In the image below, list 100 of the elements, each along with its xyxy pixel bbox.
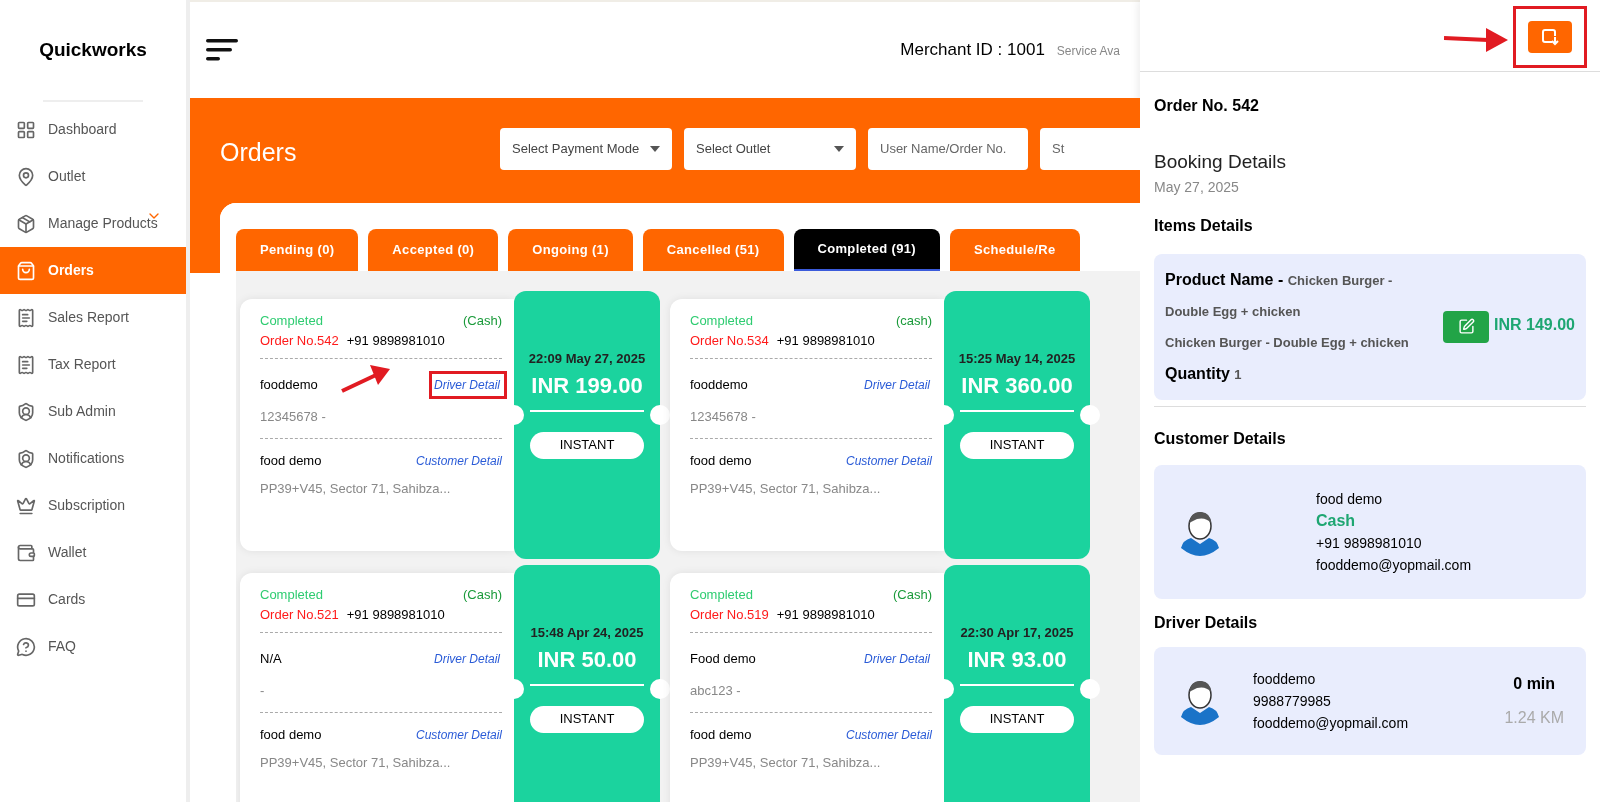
- nav-item[interactable]: Subscription: [0, 482, 186, 529]
- driver-email: fooddemo@yopmail.com: [1253, 713, 1409, 733]
- driver-eta: 0 min: [1513, 673, 1556, 694]
- items-details-title: Items Details: [1154, 215, 1254, 236]
- wallet-icon: [16, 542, 36, 563]
- box-icon: [16, 213, 36, 234]
- driver-detail-link[interactable]: Driver Detail: [864, 378, 932, 392]
- customer-name: food demo: [260, 452, 322, 470]
- phone-number: +91 9898981010: [346, 605, 445, 624]
- service-status: Service Ava: [1056, 43, 1120, 61]
- order-number: Order No.534: [690, 331, 769, 350]
- export-button[interactable]: [1528, 20, 1572, 53]
- nav-item[interactable]: Tax Report: [0, 341, 186, 388]
- menu-icon[interactable]: [206, 38, 238, 62]
- pin-icon: [16, 166, 36, 187]
- nav-item[interactable]: Sub Admin: [0, 388, 186, 435]
- order-status: Completed: [260, 312, 323, 330]
- bag-icon: [16, 260, 36, 281]
- booking-details-title: Booking Details: [1154, 150, 1288, 174]
- product-variant: Chicken Burger - Double Egg + chicken: [1165, 333, 1410, 352]
- driver-name: fooddemo: [260, 376, 318, 394]
- nav-item[interactable]: Notifications: [0, 435, 186, 482]
- order-number: Order No.521: [260, 605, 339, 624]
- driver-name: fooddemo: [1253, 669, 1317, 689]
- order-datetime: 22:09 May 27, 2025: [528, 350, 646, 368]
- nav-item[interactable]: FAQ: [0, 623, 186, 670]
- driver-name: Food demo: [690, 650, 756, 668]
- nav-item[interactable]: Wallet: [0, 529, 186, 576]
- customer-name: food demo: [1316, 489, 1384, 509]
- select-field[interactable]: Select Payment Mode: [500, 128, 672, 170]
- page-title: Orders: [220, 137, 297, 168]
- customer-name: food demo: [690, 726, 752, 744]
- ticket-notch: [650, 405, 670, 425]
- shield-user-icon: [16, 448, 36, 469]
- customer-address: PP39+V45, Sector 71, Sahibza...: [690, 479, 882, 498]
- shield-user-icon: [16, 401, 36, 422]
- driver-detail-link[interactable]: Driver Detail: [434, 378, 502, 392]
- dropdown-caret-icon: [650, 146, 660, 152]
- payment-mode: (Cash): [463, 312, 502, 330]
- select-field[interactable]: Select Outlet: [684, 128, 856, 170]
- order-card[interactable]: Completed (cash) Order No.534 +91 9898981010 fooddemo Driver Detail 12345678 - food demo Customer Detail PP39+V45, Sector 71, Sahibza...: [670, 299, 944, 551]
- driver-info: -: [260, 680, 502, 713]
- input-field[interactable]: St: [1040, 128, 1140, 170]
- dropdown-caret-icon: [834, 146, 844, 152]
- payment-mode: (Cash): [893, 586, 932, 604]
- customer-email: fooddemo@yopmail.com: [1316, 555, 1472, 575]
- merchant-id: Merchant ID : 1001: [900, 39, 1045, 62]
- driver-distance: 1.24 KM: [1504, 707, 1564, 728]
- ticket-notch: [650, 679, 670, 699]
- order-datetime: 15:25 May 14, 2025: [958, 350, 1076, 368]
- refresh-download-icon: [1541, 27, 1559, 46]
- item-price: INR 149.00: [1494, 314, 1575, 335]
- order-card[interactable]: Completed (Cash) Order No.519 +91 9898981010 Food demo Driver Detail abc123 - food demo Customer Detail PP39+V45, Sector 71, Sahibza...: [670, 573, 944, 802]
- nav-item[interactable]: Outlet: [0, 153, 186, 200]
- nav-item[interactable]: Sales Report: [0, 294, 186, 341]
- order-type-badge: INSTANT: [960, 431, 1074, 459]
- nav-item[interactable]: Cards: [0, 576, 186, 623]
- order-number-title: Order No. 542: [1154, 96, 1260, 116]
- customer-name: food demo: [690, 452, 752, 470]
- customer-detail-link[interactable]: Customer Detail: [845, 725, 932, 744]
- order-card[interactable]: Completed (Cash) Order No.542 +91 9898981010 fooddemo Driver Detail 12345678 - food demo Customer Detail PP39+V45, Sector 71, Sahibza...: [240, 299, 514, 551]
- order-card[interactable]: Completed (Cash) Order No.521 +91 9898981010 N/A Driver Detail - food demo Customer Detail PP39+V45, Sector 71, Sahibza...: [240, 573, 514, 802]
- item-quantity: Quantity 1: [1165, 363, 1243, 384]
- order-amount: INR 199.00: [531, 371, 643, 400]
- customer-detail-link[interactable]: Customer Detail: [845, 451, 932, 470]
- order-number: Order No.542: [260, 331, 339, 350]
- phone-number: +91 9898981010: [776, 605, 875, 624]
- order-amount: INR 93.00: [967, 645, 1067, 674]
- order-datetime: 22:30 Apr 17, 2025: [960, 624, 1074, 642]
- driver-detail-link[interactable]: Driver Detail: [864, 652, 932, 666]
- customer-details-title: Customer Details: [1154, 428, 1287, 449]
- customer-address: PP39+V45, Sector 71, Sahibza...: [690, 753, 882, 772]
- driver-name: N/A: [260, 650, 282, 668]
- customer-address: PP39+V45, Sector 71, Sahibza...: [260, 753, 452, 772]
- order-status: Completed: [690, 312, 753, 330]
- driver-info: 12345678 -: [260, 406, 502, 439]
- receipt-icon: [16, 307, 36, 328]
- customer-detail-link[interactable]: Customer Detail: [415, 725, 502, 744]
- receipt-icon: [16, 354, 36, 375]
- ticket-notch: [1080, 405, 1100, 425]
- payment-mode: (Cash): [463, 586, 502, 604]
- nav-item[interactable]: Manage Products: [0, 200, 186, 247]
- order-status: Completed: [260, 586, 323, 604]
- driver-info: abc123 -: [690, 680, 932, 713]
- order-amount: INR 360.00: [961, 371, 1073, 400]
- driver-phone: 9988779985: [1253, 691, 1332, 711]
- input-field[interactable]: User Name/Order No.: [868, 128, 1028, 170]
- driver-detail-link[interactable]: Driver Detail: [434, 652, 502, 666]
- ticket-notch: [1080, 679, 1100, 699]
- logo[interactable]: Quickworks: [39, 35, 147, 65]
- status-tab[interactable]: Completed (91): [793, 229, 940, 271]
- order-number: Order No.519: [690, 605, 769, 624]
- question-chat-icon: [16, 636, 36, 657]
- nav-item[interactable]: Dashboard: [0, 106, 186, 153]
- order-type-badge: INSTANT: [960, 705, 1074, 733]
- edit-button[interactable]: [1443, 310, 1490, 343]
- order-type-badge: INSTANT: [530, 705, 644, 733]
- customer-phone: +91 9898981010: [1316, 533, 1423, 553]
- customer-detail-link[interactable]: Customer Detail: [415, 451, 502, 470]
- crown-icon: [16, 495, 36, 516]
